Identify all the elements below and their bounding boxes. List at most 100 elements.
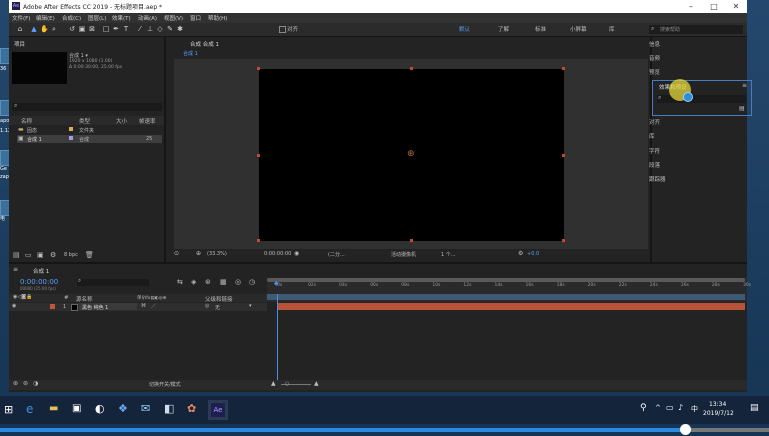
pan-behind-tool-icon[interactable]: ⊠ [88, 25, 96, 33]
layer-handle[interactable] [562, 154, 565, 157]
project-search-input[interactable]: ⌕ [12, 102, 162, 111]
menu-effect[interactable]: 效果(T) [112, 14, 131, 22]
layer-duration-bar[interactable] [277, 303, 745, 310]
timeline-tab[interactable]: 合成 1 [33, 267, 49, 275]
bit-depth-button[interactable]: 8 bpc [64, 252, 78, 258]
windows-start-icon[interactable]: ⊞ [4, 403, 13, 416]
maximize-button[interactable]: □ [704, 1, 724, 12]
hand-tool-icon[interactable]: ✋ [40, 25, 49, 33]
library-panel-tab[interactable]: 库 [649, 132, 655, 140]
workspace-learn[interactable]: 了解 [498, 25, 509, 33]
zoom-tool-icon[interactable]: ⌕ [50, 25, 58, 33]
column-parent-link[interactable]: 父级和链接 [205, 295, 233, 303]
menu-window[interactable]: 窗口 [190, 14, 201, 22]
workspace-default[interactable]: 默认 [459, 25, 470, 33]
layer-handle[interactable] [410, 67, 413, 70]
menu-composition[interactable]: 合成(C) [62, 14, 81, 22]
rectangle-tool-icon[interactable]: □ [102, 25, 110, 33]
panel-menu-icon[interactable]: ≡ [13, 266, 18, 273]
zoom-dropdown[interactable]: (33.3%) [207, 251, 227, 257]
playhead-icon[interactable]: ◆ [274, 280, 279, 287]
project-row[interactable]: ▬ 固态 文件夹 [9, 126, 164, 134]
column-size[interactable]: 大小 [116, 117, 127, 125]
motion-blur-icon[interactable]: ◎ [235, 278, 241, 286]
info-panel-tab[interactable]: 信息 [649, 40, 660, 48]
tracker-panel-tab[interactable]: 跟踪器 [649, 175, 666, 183]
layer-switches-icon[interactable]: ⊛ [13, 380, 18, 387]
camera-dropdown[interactable]: 活动摄像机 [391, 251, 416, 258]
column-source-name[interactable]: 源名称 [76, 295, 93, 303]
paragraph-panel-tab[interactable]: 段落 [649, 161, 660, 169]
composition-tab[interactable]: 合成 合成 1 [190, 40, 219, 48]
workspace-library[interactable]: 库 [609, 25, 615, 33]
audio-panel-tab[interactable]: 音频 [649, 54, 660, 62]
snapshot-icon[interactable]: ◉ [294, 250, 299, 257]
exposure-icon[interactable]: ⚙ [518, 250, 523, 257]
column-type[interactable]: 类型 [79, 117, 90, 125]
transfer-controls-icon[interactable]: ⊚ [23, 380, 28, 387]
zoom-out-icon[interactable]: ▲ [271, 380, 276, 387]
toggle-switches-modes-button[interactable]: 切换开关/模式 [149, 381, 181, 388]
tray-chevron-icon[interactable]: ^ [655, 404, 661, 412]
help-search-input[interactable]: ⌕ 搜索帮助 [649, 25, 743, 34]
menu-view[interactable]: 视图(V) [164, 14, 183, 22]
panel-menu-icon[interactable]: ≡ [742, 82, 747, 89]
clone-stamp-tool-icon[interactable]: ⊥ [146, 25, 154, 33]
parent-dropdown[interactable]: 无 [215, 304, 220, 311]
layer-handle[interactable] [257, 239, 260, 242]
layer-handle[interactable] [562, 67, 565, 70]
menu-edit[interactable]: 编辑(E) [36, 14, 55, 22]
selection-tool-icon[interactable]: ▲ [30, 25, 38, 33]
menu-layer[interactable]: 图层(L) [88, 14, 106, 22]
menu-file[interactable]: 文件(F) [12, 14, 30, 22]
puppet-tool-icon[interactable]: ✱ [176, 25, 184, 33]
search-app-icon[interactable]: ◐ [95, 402, 105, 415]
volume-icon[interactable]: ♪ [678, 403, 683, 412]
column-name[interactable]: 名称 [21, 117, 32, 125]
shy-layers-icon[interactable]: ⊛ [205, 278, 211, 286]
project-settings-icon[interactable]: ⚙ [50, 251, 56, 259]
resolution-dropdown[interactable]: (二分... [328, 251, 345, 258]
column-fps[interactable]: 帧速率 [139, 117, 156, 125]
layer-label-swatch[interactable] [50, 304, 55, 309]
people-icon[interactable]: ⚲ [640, 403, 647, 413]
pick-whip-icon[interactable]: ◎ [205, 303, 209, 309]
clock-date[interactable]: 2019/7/12 [703, 410, 734, 417]
quality-switch-icon[interactable]: ／ [151, 303, 156, 310]
input-language[interactable]: 中 [691, 404, 698, 414]
tool-app-icon[interactable]: ◧ [164, 402, 174, 415]
video-progress-thumb[interactable] [680, 424, 691, 435]
zoom-in-icon[interactable]: ▲ [314, 380, 319, 387]
text-tool-icon[interactable]: T [122, 25, 130, 33]
layer-handle[interactable] [257, 154, 260, 157]
brush-tool-icon[interactable]: ⁄ [136, 25, 144, 33]
timeline-search-input[interactable]: ⌕ [77, 278, 149, 286]
roto-brush-tool-icon[interactable]: ✎ [166, 25, 174, 33]
edge-icon[interactable]: e [26, 402, 33, 416]
work-area-range[interactable] [267, 294, 745, 300]
rotate-tool-icon[interactable]: ↺ [68, 25, 76, 33]
layer-name-box[interactable]: 黑色 纯色 1 [79, 303, 137, 311]
close-button[interactable]: ✕ [726, 1, 746, 12]
views-dropdown[interactable]: 1 个... [441, 251, 456, 258]
app-icon[interactable]: ❖ [118, 402, 128, 415]
label-color-swatch[interactable] [69, 136, 73, 140]
home-icon[interactable]: ⌂ [16, 25, 24, 33]
draft-3d-icon[interactable]: ◈ [191, 278, 196, 286]
zoom-slider-thumb[interactable]: ○ [285, 381, 289, 387]
action-center-icon[interactable]: ▤ [750, 403, 759, 413]
store-icon[interactable]: ▣ [72, 403, 81, 414]
layer-handle[interactable] [410, 239, 413, 242]
shy-switch-icon[interactable]: ⌘ [141, 303, 146, 309]
video-progress-track[interactable] [0, 424, 769, 435]
preview-panel-tab[interactable]: 预览 [649, 68, 660, 76]
pen-tool-icon[interactable]: ✒ [112, 25, 120, 33]
chevron-down-icon[interactable]: ▾ [249, 303, 252, 309]
after-effects-taskbar-button[interactable]: Ae [208, 400, 228, 420]
composition-subtab[interactable]: 合成 1 [183, 50, 198, 57]
camera-tool-icon[interactable]: ▣ [78, 25, 86, 33]
file-explorer-icon[interactable]: ▬ [49, 403, 58, 414]
time-ruler[interactable]: 0s 02s 04s 06s 08s 10s 12s 14s 16s 18s 20s 22s 24s 26… [267, 278, 751, 302]
graph-editor-icon[interactable]: ◷ [249, 278, 255, 286]
clock-time[interactable]: 13:34 [709, 401, 726, 408]
